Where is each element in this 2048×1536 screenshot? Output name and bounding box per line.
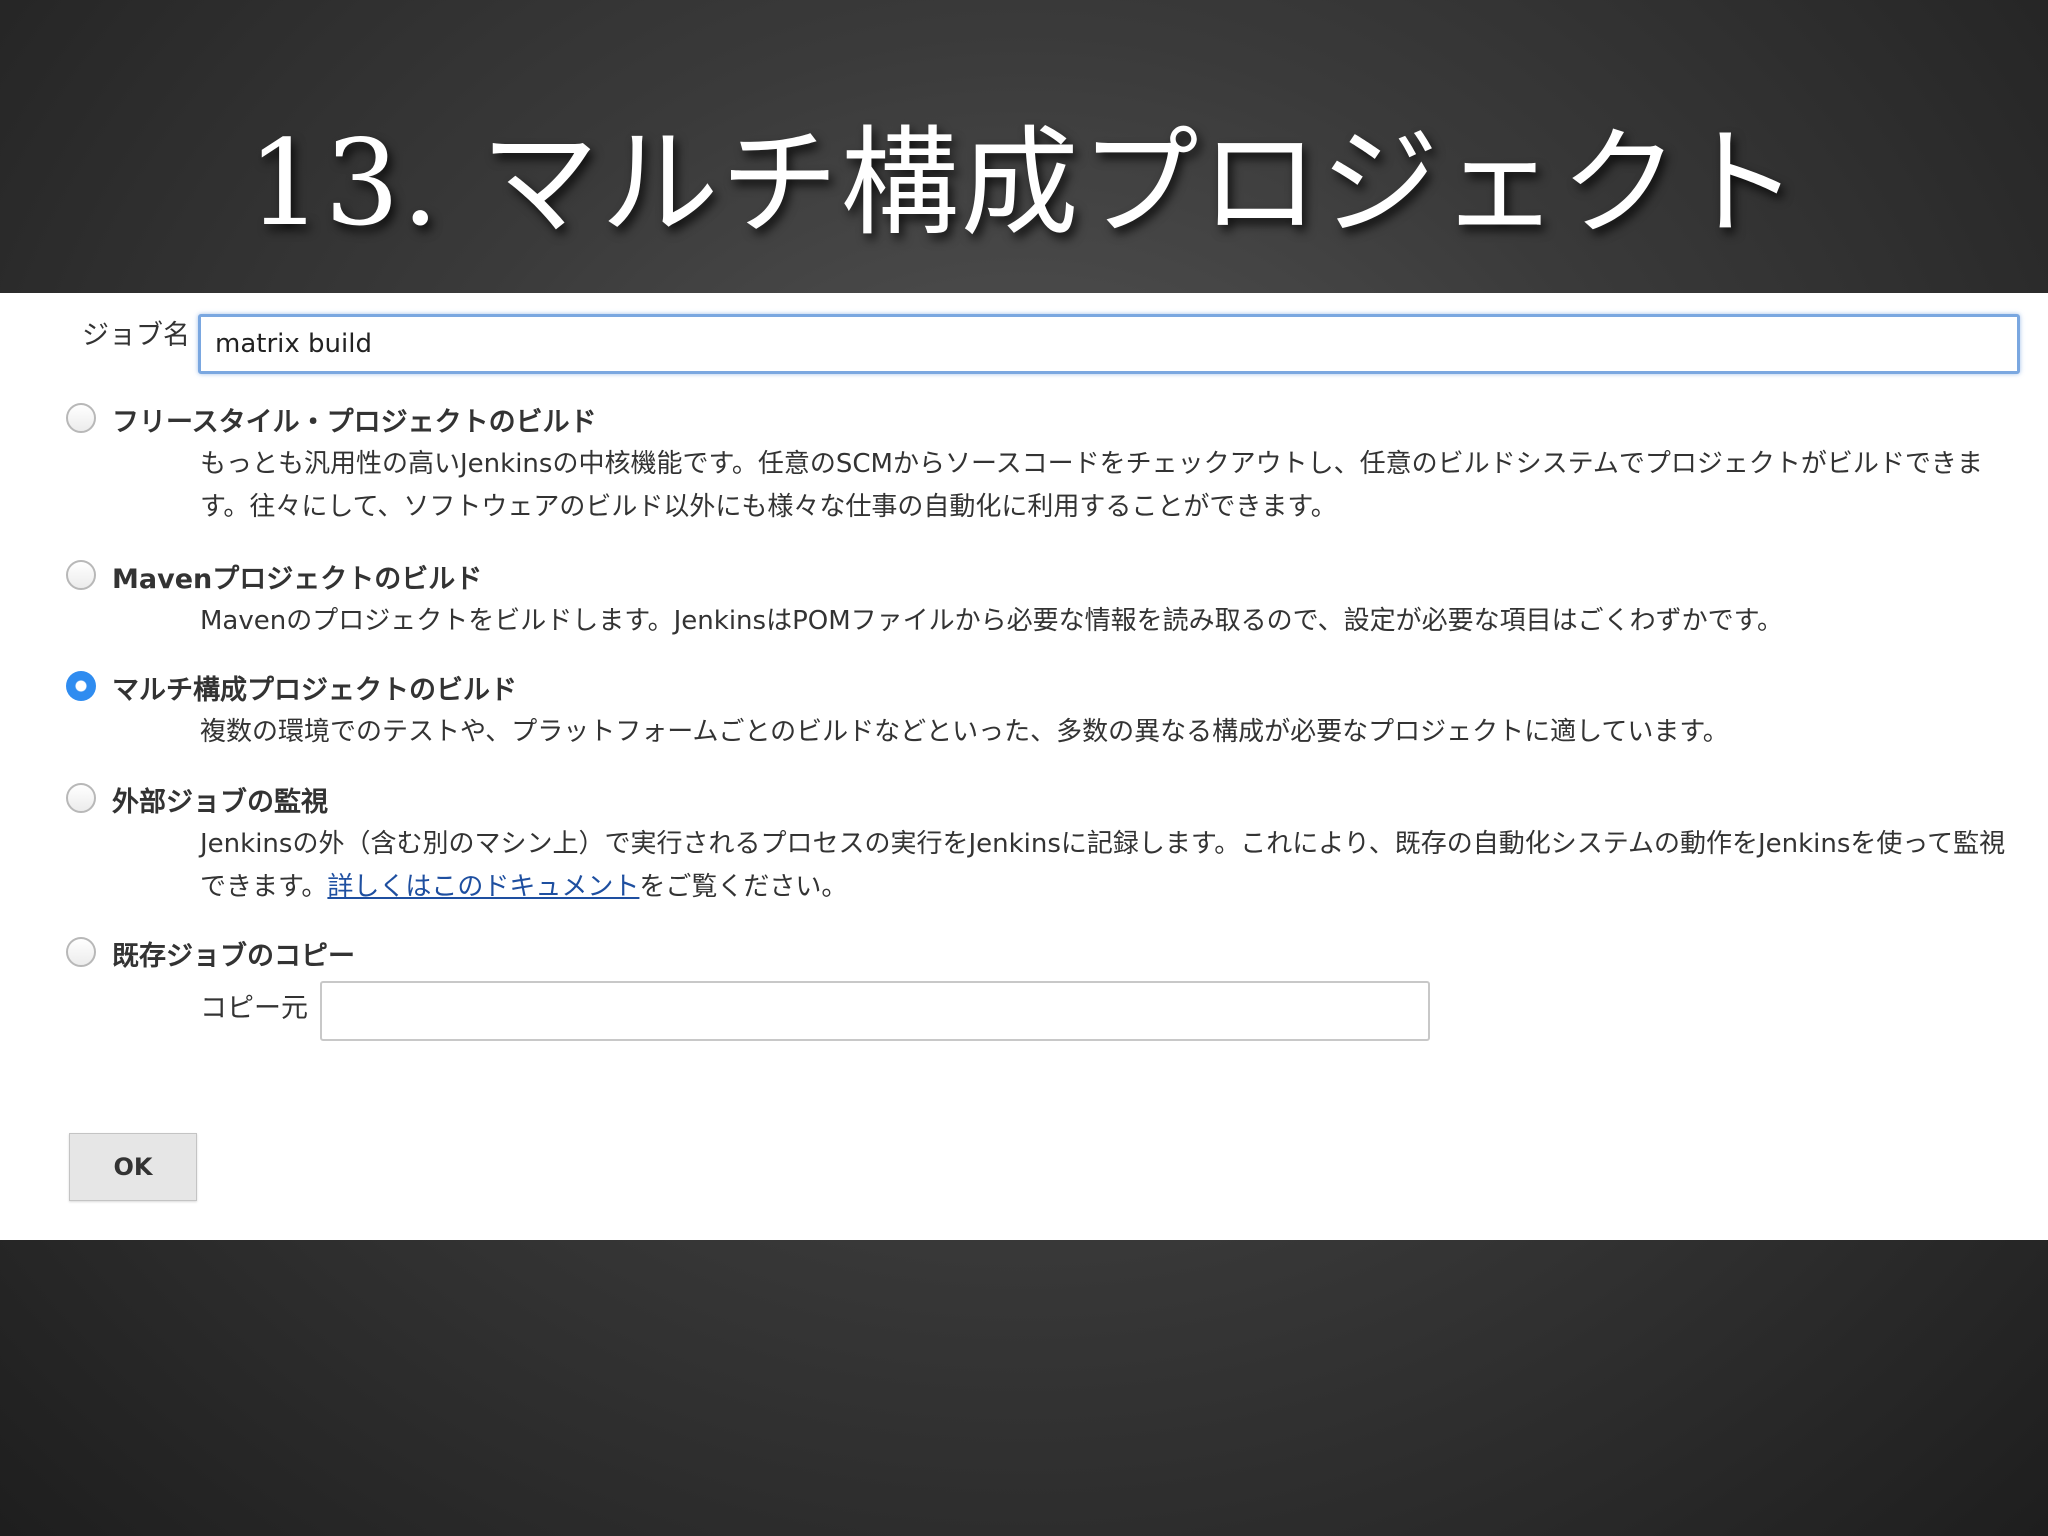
copy-from-input[interactable] xyxy=(320,981,1430,1041)
radio-freestyle[interactable] xyxy=(66,403,96,433)
option-copy-job-title[interactable]: 既存ジョブのコピー xyxy=(112,934,355,973)
external-job-desc-tail: をご覧ください。 xyxy=(639,872,848,902)
option-maven-title[interactable]: Mavenプロジェクトのビルド xyxy=(112,557,482,596)
slide-title: 13. マルチ構成プロジェクト xyxy=(247,114,1801,252)
job-name-label: ジョブ名 xyxy=(82,320,190,351)
radio-external-job[interactable] xyxy=(66,783,96,813)
radio-maven[interactable] xyxy=(66,560,96,590)
copy-from-label: コピー元 xyxy=(200,993,308,1024)
radio-matrix-selected[interactable] xyxy=(66,671,96,701)
new-job-form: ジョブ名 フリースタイル・プロジェクトのビルド もっとも汎用性の高いJenkin… xyxy=(0,293,2048,1240)
option-external-job-description: Jenkinsの外（含む別のマシン上）で実行されるプロセスの実行をJenkins… xyxy=(200,823,2020,909)
option-maven-description: Mavenのプロジェクトをビルドします。JenkinsはPOMファイルから必要な… xyxy=(200,606,1784,636)
option-matrix-title[interactable]: マルチ構成プロジェクトのビルド xyxy=(112,668,517,707)
option-external-job-title[interactable]: 外部ジョブの監視 xyxy=(112,780,328,819)
job-name-input[interactable] xyxy=(198,314,2020,374)
option-matrix-description: 複数の環境でのテストや、プラットフォームごとのビルドなどといった、多数の異なる構… xyxy=(200,717,1729,747)
radio-copy-job[interactable] xyxy=(66,937,96,967)
option-freestyle-description: もっとも汎用性の高いJenkinsの中核機能です。任意のSCMからソースコードを… xyxy=(200,449,1983,522)
ok-button[interactable]: OK xyxy=(69,1133,197,1201)
option-freestyle-title[interactable]: フリースタイル・プロジェクトのビルド xyxy=(112,400,597,439)
documentation-link[interactable]: 詳しくはこのドキュメント xyxy=(327,872,639,902)
